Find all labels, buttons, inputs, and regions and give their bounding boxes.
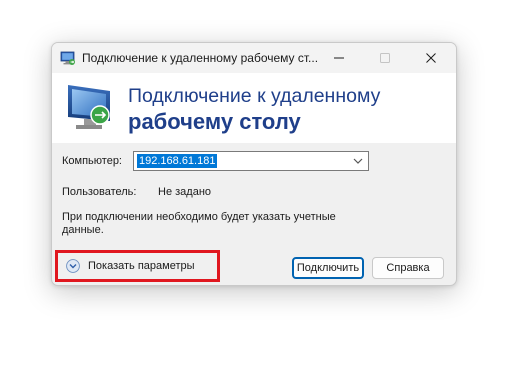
- app-icon: [60, 51, 75, 65]
- remote-desktop-monitor-icon: [68, 85, 110, 129]
- computer-combobox[interactable]: 192.168.61.181: [133, 151, 369, 171]
- window-title: Подключение к удаленному рабочему ст...: [82, 51, 319, 65]
- header-banner: Подключение к удаленному рабочему столу: [52, 73, 456, 143]
- close-icon: [426, 53, 436, 63]
- computer-value[interactable]: 192.168.61.181: [137, 154, 218, 168]
- user-value: Не задано: [158, 186, 212, 198]
- help-button[interactable]: Справка: [372, 257, 444, 279]
- maximize-icon: [380, 53, 390, 63]
- credentials-note: При подключении необходимо будет указать…: [62, 211, 336, 236]
- header-title-line2: рабочему столу: [128, 109, 301, 134]
- chevron-down-icon[interactable]: [353, 158, 363, 165]
- header-title-line1: Подключение к удаленному: [128, 85, 381, 107]
- title-bar[interactable]: Подключение к удаленному рабочему ст...: [52, 43, 456, 73]
- user-label: Пользователь:: [62, 186, 137, 198]
- close-button[interactable]: [408, 43, 454, 73]
- maximize-button[interactable]: [362, 43, 408, 73]
- computer-label: Компьютер:: [62, 155, 122, 167]
- minimize-button[interactable]: [316, 43, 362, 73]
- minimize-icon: [334, 57, 344, 59]
- connect-button[interactable]: Подключить: [292, 257, 364, 279]
- highlight-annotation: [55, 250, 220, 282]
